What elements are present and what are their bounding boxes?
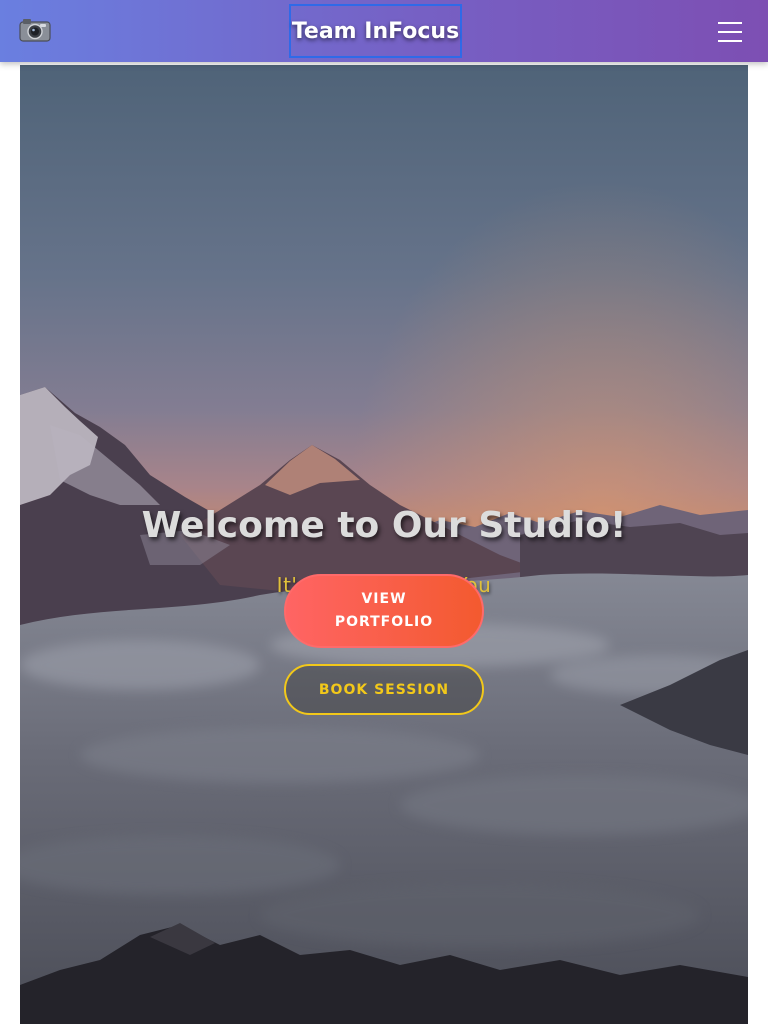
brand-link[interactable]: Team InFocus: [289, 4, 462, 58]
hamburger-menu-icon[interactable]: [712, 18, 748, 46]
camera-icon[interactable]: [18, 16, 52, 44]
hero-title: Welcome to Our Studio!: [141, 505, 627, 546]
top-navbar: Team InFocus: [0, 0, 768, 62]
view-portfolio-button[interactable]: VIEW PORTFOLIO: [284, 574, 484, 648]
hero-section: Welcome to Our Studio! It's Nice To Meet…: [20, 65, 748, 1024]
book-session-button[interactable]: BOOK SESSION: [284, 664, 484, 715]
